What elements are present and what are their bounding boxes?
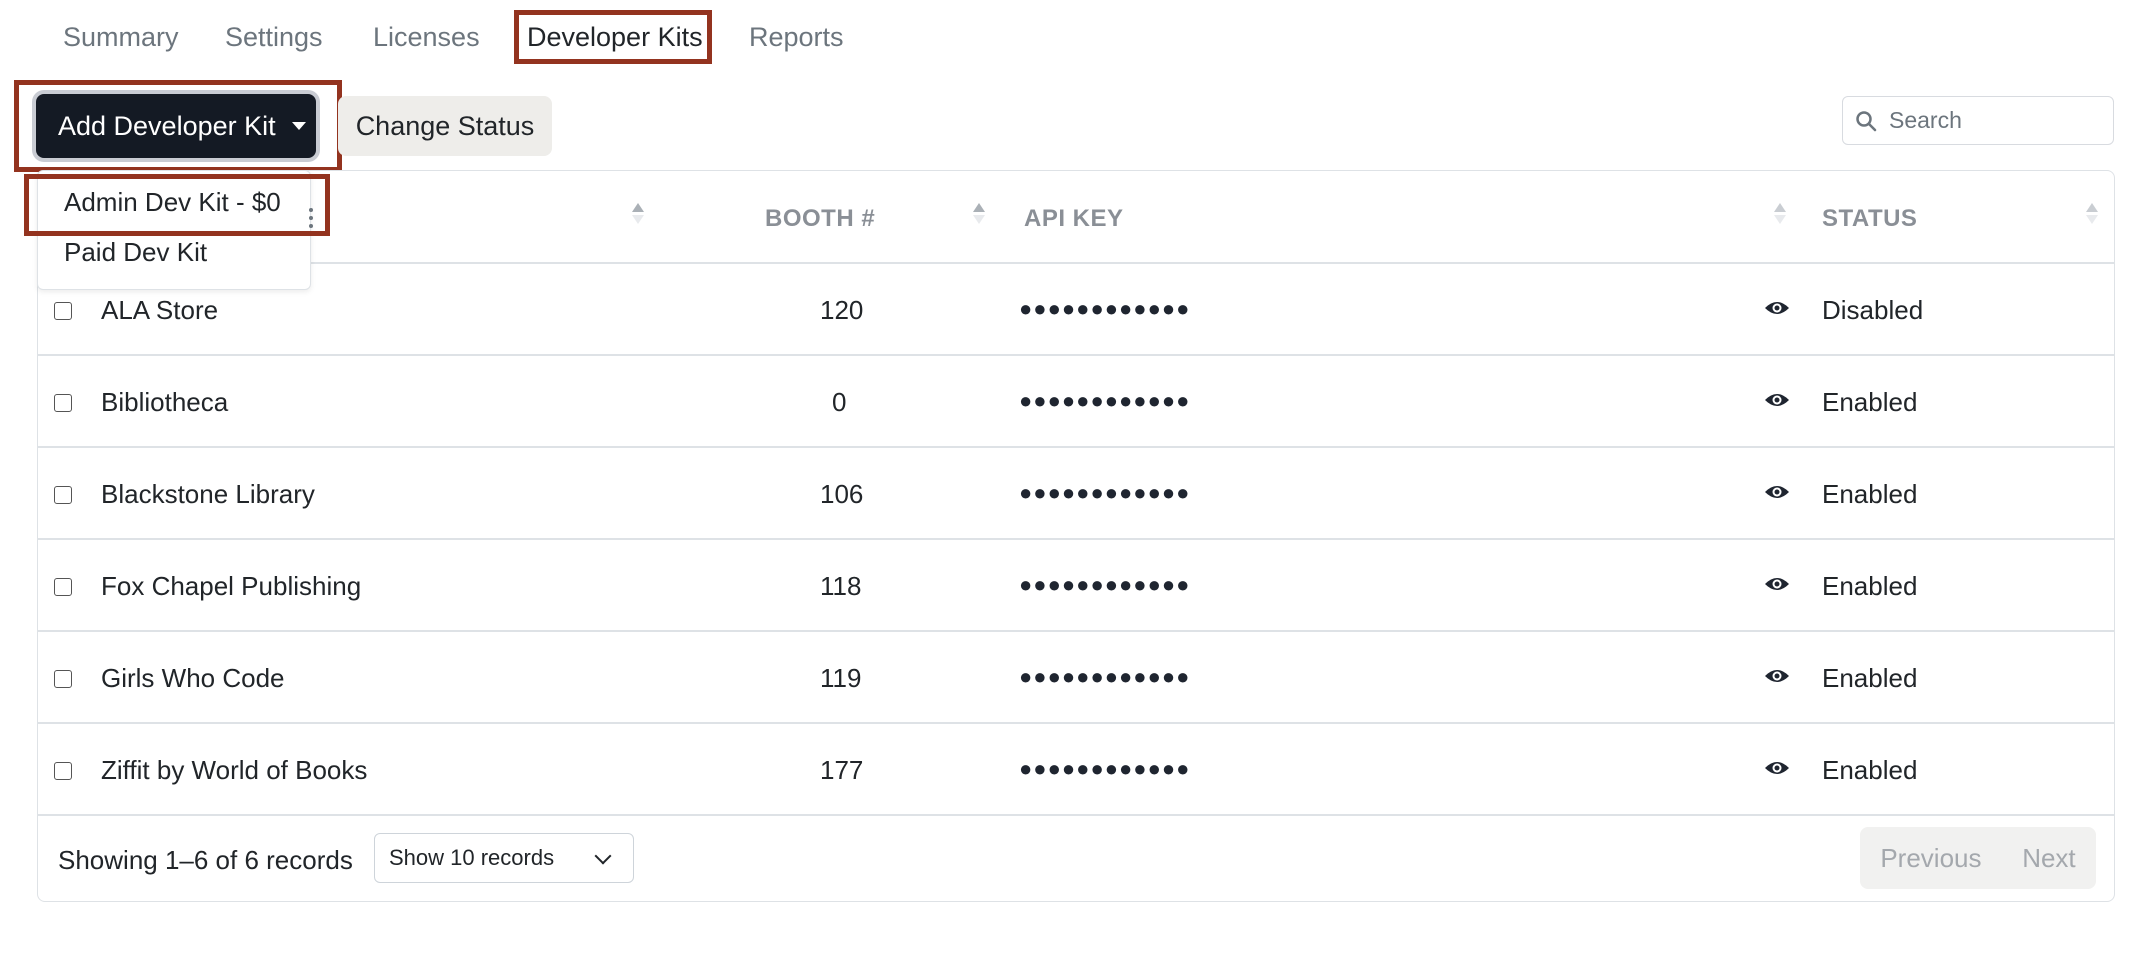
chevron-down-icon (594, 847, 612, 865)
row-status: Disabled (1822, 295, 1924, 325)
row-api-key: ●●●●●●●●●●●● (1019, 296, 1191, 321)
menu-item-highlight-box (24, 174, 330, 236)
menu-item-paid-dev-kit[interactable]: Paid Dev Kit (64, 237, 207, 268)
row-divider (38, 630, 2114, 632)
row-checkbox[interactable] (54, 394, 72, 412)
eye-icon[interactable] (1763, 574, 1791, 594)
row-name: ALA Store (101, 295, 219, 325)
row-checkbox[interactable] (54, 486, 72, 504)
header-status[interactable]: STATUS (1822, 205, 1917, 233)
header-divider (38, 262, 2114, 264)
row-api-key: ●●●●●●●●●●●● (1019, 388, 1191, 413)
sort-status-icon[interactable] (2086, 203, 2100, 224)
row-booth: 106 (820, 479, 864, 509)
row-status: Enabled (1822, 479, 1918, 509)
eye-icon[interactable] (1763, 482, 1791, 502)
row-booth: 118 (820, 571, 862, 601)
row-checkbox[interactable] (54, 578, 72, 596)
next-button[interactable]: Next (2022, 843, 2075, 874)
add-button-highlight-box (14, 80, 342, 172)
tab-licenses[interactable]: Licenses (373, 22, 480, 53)
row-name: Bibliotheca (101, 387, 229, 417)
row-name: Ziffit by World of Books (101, 755, 368, 785)
row-checkbox[interactable] (54, 670, 72, 688)
row-api-key: ●●●●●●●●●●●● (1019, 756, 1191, 781)
developer-kits-table (37, 170, 2115, 902)
tab-summary[interactable]: Summary (63, 22, 179, 53)
row-status: Enabled (1822, 387, 1918, 417)
row-api-key: ●●●●●●●●●●●● (1019, 480, 1191, 505)
row-checkbox[interactable] (54, 302, 72, 320)
row-divider (38, 446, 2114, 448)
row-booth: 177 (820, 755, 864, 785)
search-icon (1856, 110, 1877, 131)
records-summary: Showing 1–6 of 6 records (58, 845, 353, 875)
row-status: Enabled (1822, 663, 1918, 693)
search-input[interactable] (1887, 106, 2101, 135)
sort-booth-icon[interactable] (973, 203, 987, 224)
eye-icon[interactable] (1763, 298, 1791, 318)
row-divider (38, 354, 2114, 356)
page-size-value: Show 10 records (389, 845, 555, 870)
tab-highlight-box (514, 10, 712, 64)
row-api-key: ●●●●●●●●●●●● (1019, 572, 1191, 597)
eye-icon[interactable] (1763, 758, 1791, 778)
row-booth: 119 (820, 663, 862, 693)
row-status: Enabled (1822, 755, 1918, 785)
row-booth: 120 (820, 295, 864, 325)
page-size-select[interactable]: Show 10 records (374, 833, 634, 883)
row-booth: 0 (832, 387, 847, 417)
search-field[interactable] (1842, 96, 2114, 145)
sort-api-key-icon[interactable] (1774, 203, 1788, 224)
footer-divider (38, 814, 2114, 816)
row-name: Blackstone Library (101, 479, 315, 509)
change-status-button[interactable]: Change Status (338, 96, 552, 156)
sort-name-icon[interactable] (632, 203, 646, 224)
header-booth[interactable]: BOOTH # (765, 205, 875, 233)
row-divider (38, 722, 2114, 724)
row-divider (38, 538, 2114, 540)
tab-settings[interactable]: Settings (225, 22, 323, 53)
row-checkbox[interactable] (54, 762, 72, 780)
row-status: Enabled (1822, 571, 1918, 601)
pagination: Previous Next (1860, 827, 2096, 889)
eye-icon[interactable] (1763, 666, 1791, 686)
eye-icon[interactable] (1763, 390, 1791, 410)
previous-button[interactable]: Previous (1880, 843, 1981, 874)
row-api-key: ●●●●●●●●●●●● (1019, 664, 1191, 689)
tab-reports[interactable]: Reports (749, 22, 844, 53)
row-name: Girls Who Code (101, 663, 285, 693)
row-name: Fox Chapel Publishing (101, 571, 362, 601)
header-api-key[interactable]: API KEY (1024, 205, 1124, 233)
